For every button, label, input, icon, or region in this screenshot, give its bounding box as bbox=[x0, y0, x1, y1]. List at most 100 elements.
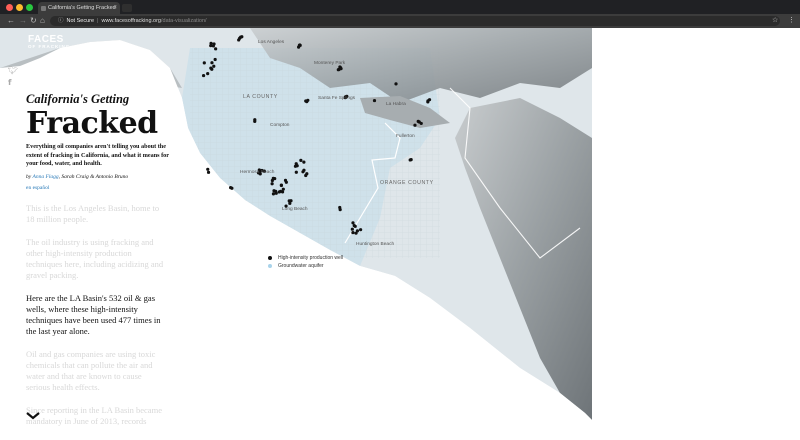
well-marker[interactable] bbox=[301, 170, 305, 174]
legend-item-wells: High-intensity production well bbox=[268, 254, 343, 262]
well-marker[interactable] bbox=[210, 61, 214, 65]
well-marker[interactable] bbox=[302, 160, 306, 164]
well-marker[interactable] bbox=[351, 230, 355, 235]
well-marker[interactable] bbox=[206, 170, 211, 174]
well-marker[interactable] bbox=[351, 221, 355, 225]
byline: by Anna Flagg, Sarah Craig & Antonio Bru… bbox=[26, 174, 176, 181]
url-host: www.facesoffracking.org bbox=[101, 18, 161, 24]
well-marker[interactable] bbox=[359, 228, 363, 232]
well-marker[interactable] bbox=[294, 170, 298, 174]
headline-kicker: California's Getting bbox=[26, 92, 130, 106]
minimize-window-button[interactable] bbox=[16, 4, 23, 11]
logo-line-2: OF FRACKING bbox=[28, 44, 71, 49]
map-label-santa-fe-springs: Santa Fe Springs bbox=[318, 96, 356, 101]
page-title: Fracked bbox=[26, 106, 158, 141]
map-label-los-angeles: Los Angeles bbox=[258, 40, 285, 45]
well-marker[interactable] bbox=[413, 123, 417, 127]
url-path: /data-visualization/ bbox=[160, 18, 207, 24]
well-marker[interactable] bbox=[270, 182, 274, 186]
well-marker[interactable] bbox=[339, 67, 343, 71]
well-marker[interactable] bbox=[212, 64, 216, 68]
story-paragraph: Since reporting in the LA Basin became m… bbox=[26, 404, 162, 426]
well-marker[interactable] bbox=[372, 98, 377, 103]
browser-titlebar: California's Getting Fracked × bbox=[0, 0, 800, 14]
browser-tab[interactable]: California's Getting Fracked × bbox=[38, 2, 120, 14]
well-marker[interactable] bbox=[206, 72, 210, 76]
language-link[interactable]: en español bbox=[26, 185, 176, 191]
tab-close-icon[interactable]: × bbox=[113, 2, 117, 14]
well-marker[interactable] bbox=[350, 227, 354, 231]
map-legend: High-intensity production well Groundwat… bbox=[268, 254, 343, 270]
twitter-icon[interactable]: 🐦︎ bbox=[8, 66, 18, 75]
well-marker[interactable] bbox=[229, 185, 233, 190]
not-secure-label: Not Secure bbox=[66, 18, 95, 24]
well-marker[interactable] bbox=[352, 224, 356, 228]
well-marker[interactable] bbox=[288, 201, 292, 205]
well-marker[interactable] bbox=[237, 38, 241, 42]
new-tab-button[interactable] bbox=[122, 4, 132, 12]
well-marker[interactable] bbox=[253, 118, 257, 122]
well-marker[interactable] bbox=[304, 99, 308, 103]
well-marker[interactable] bbox=[201, 73, 206, 78]
info-icon[interactable]: ⓘ bbox=[58, 18, 64, 24]
legend-swatch-wells bbox=[268, 256, 272, 260]
well-marker[interactable] bbox=[426, 99, 430, 103]
well-marker[interactable] bbox=[279, 183, 283, 188]
story-paragraph: Oil and gas companies are using toxic ch… bbox=[26, 348, 156, 392]
browser-menu-icon[interactable]: ⋮ bbox=[788, 15, 795, 27]
well-marker[interactable] bbox=[408, 158, 412, 162]
well-marker[interactable] bbox=[271, 192, 276, 196]
well-marker[interactable] bbox=[213, 57, 217, 62]
well-marker[interactable] bbox=[209, 44, 213, 48]
url-separator: | bbox=[97, 18, 99, 24]
favicon-icon bbox=[41, 5, 46, 11]
close-window-button[interactable] bbox=[6, 4, 13, 11]
well-marker[interactable] bbox=[281, 187, 285, 191]
browser-toolbar: ← → ↻ ⌂ ⓘ Not Secure | www.facesoffracking.… bbox=[0, 14, 800, 28]
maximize-window-button[interactable] bbox=[26, 4, 33, 11]
story-paragraph: The oil industry is using fracking and o… bbox=[26, 236, 164, 280]
legend-label-aquifer: Groundwater aquifer bbox=[278, 263, 324, 269]
byline-prefix: by bbox=[26, 173, 32, 180]
well-marker[interactable] bbox=[354, 231, 358, 235]
facebook-icon[interactable]: f bbox=[8, 78, 11, 87]
story-column: California's Getting Fracked Everything … bbox=[26, 92, 176, 427]
well-marker[interactable] bbox=[299, 158, 303, 162]
well-marker[interactable] bbox=[278, 189, 283, 193]
well-marker[interactable] bbox=[419, 121, 423, 126]
reload-icon[interactable]: ↻ bbox=[30, 15, 37, 27]
author-link[interactable]: Anna Flagg bbox=[32, 174, 58, 180]
well-marker[interactable] bbox=[274, 189, 278, 193]
map-label-orange-county: ORANGE COUNTY bbox=[380, 180, 434, 186]
well-marker[interactable] bbox=[209, 66, 213, 70]
well-marker[interactable] bbox=[283, 178, 288, 182]
well-marker[interactable] bbox=[271, 176, 275, 180]
story-paragraph: This is the Los Angeles Basin, home to 1… bbox=[26, 202, 160, 224]
well-marker[interactable] bbox=[305, 172, 309, 176]
faces-of-fracking-logo[interactable]: FACES OF FRACKING bbox=[28, 34, 70, 49]
well-marker[interactable] bbox=[394, 82, 398, 86]
well-marker[interactable] bbox=[214, 47, 218, 51]
bookmark-star-icon[interactable]: ☆ bbox=[772, 15, 778, 27]
address-bar[interactable]: ⓘ Not Secure | www.facesoffracking.org/data… bbox=[50, 16, 780, 26]
map-label-monterey-park: Monterey Park bbox=[314, 61, 346, 66]
back-arrow-icon[interactable]: ← bbox=[7, 15, 15, 27]
tab-title: California's Getting Fracked bbox=[48, 5, 116, 11]
well-marker[interactable] bbox=[338, 208, 342, 212]
well-marker[interactable] bbox=[239, 35, 243, 39]
well-marker[interactable] bbox=[297, 43, 302, 48]
well-marker[interactable] bbox=[206, 167, 210, 171]
map-label-huntington-beach: Huntington Beach bbox=[356, 242, 395, 247]
legend-swatch-aquifer bbox=[268, 264, 272, 268]
legend-label-wells: High-intensity production well bbox=[278, 255, 344, 261]
chevron-down-icon[interactable] bbox=[26, 412, 40, 420]
map-label-compton: Compton bbox=[270, 123, 290, 128]
forward-arrow-icon[interactable]: → bbox=[19, 15, 27, 27]
home-icon[interactable]: ⌂ bbox=[40, 15, 45, 27]
well-marker[interactable] bbox=[293, 164, 298, 168]
legend-item-aquifer: Groundwater aquifer bbox=[268, 262, 343, 270]
story-paragraphs: This is the Los Angeles Basin, home to 1… bbox=[26, 203, 176, 427]
map-label-long-beach: Long Beach bbox=[282, 207, 308, 212]
map-label-la-habra: La Habra bbox=[386, 102, 406, 107]
well-marker[interactable] bbox=[202, 61, 206, 65]
